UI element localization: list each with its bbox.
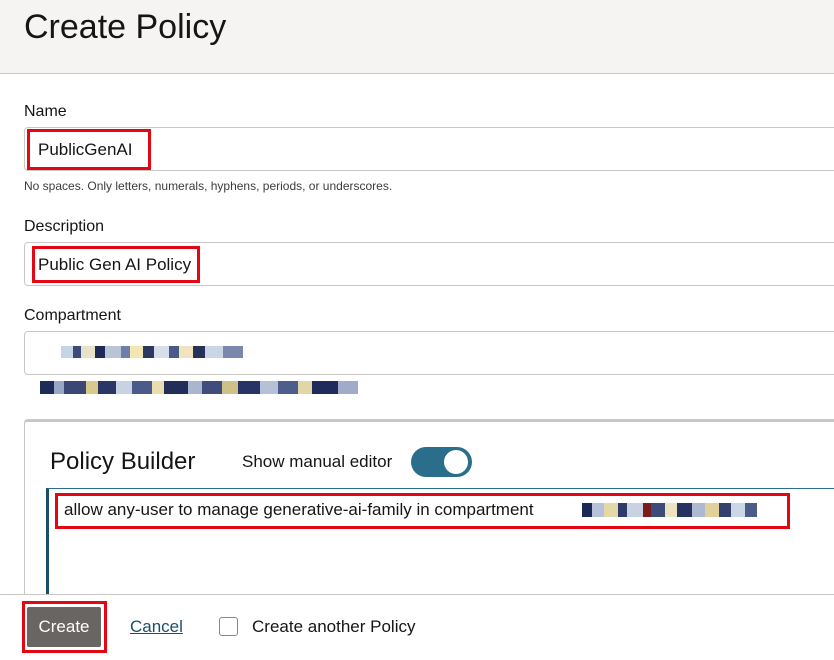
name-hint: No spaces. Only letters, numerals, hyphe… — [24, 179, 393, 193]
compartment-path-obscured — [40, 381, 358, 394]
compartment-select[interactable] — [24, 331, 834, 375]
compartment-label: Compartment — [24, 307, 121, 324]
name-label: Name — [24, 103, 67, 120]
description-highlight-box — [32, 246, 200, 283]
manual-editor-toggle[interactable] — [411, 447, 472, 477]
create-another-checkbox[interactable] — [219, 617, 238, 636]
description-label: Description — [24, 218, 105, 235]
create-another-label: Create another Policy — [252, 617, 416, 636]
policy-statement-highlight-box — [55, 493, 790, 529]
manual-editor-toggle-label: Show manual editor — [242, 452, 393, 471]
page-title: Create Policy — [24, 8, 227, 46]
toggle-knob — [444, 450, 468, 474]
policy-builder-title: Policy Builder — [50, 448, 196, 475]
page-header: Create Policy — [0, 0, 834, 74]
compartment-value-obscured — [61, 346, 243, 358]
cancel-link[interactable]: Cancel — [130, 617, 183, 637]
form-footer — [0, 594, 834, 660]
create-highlight-box — [22, 601, 107, 653]
name-highlight-box — [27, 129, 151, 170]
